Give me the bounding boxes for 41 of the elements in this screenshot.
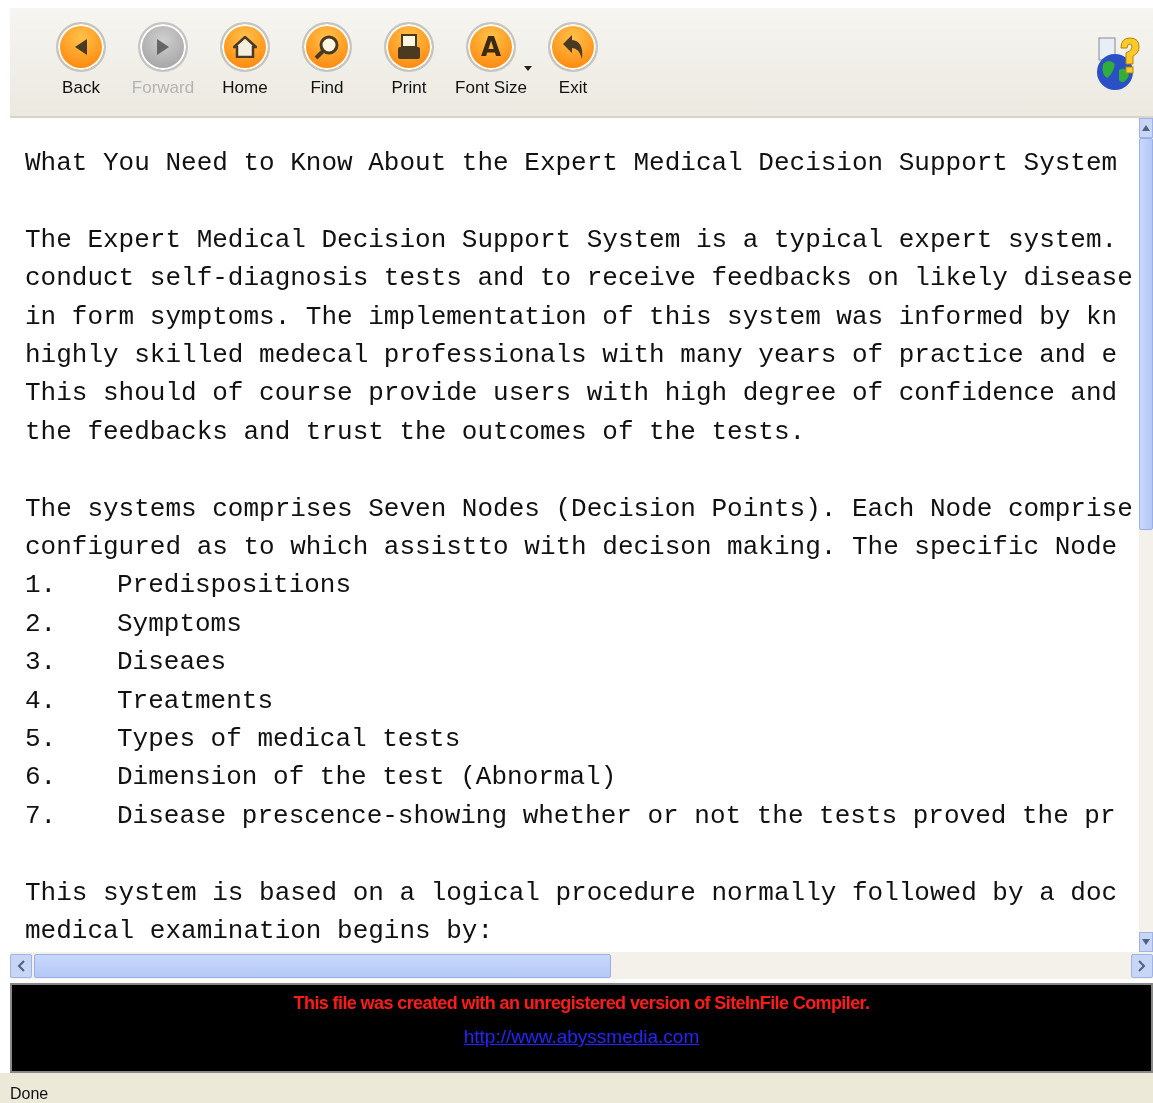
unregistered-notice: This file was created with an unregistered version of SiteInFile Compiler. [293,993,870,1014]
print-button[interactable]: Print [368,22,450,98]
list-item: Symptoms [117,607,242,641]
back-button[interactable]: Back [40,22,122,98]
right-triangle-icon [155,38,171,56]
up-triangle-icon [1142,125,1150,131]
list-item: Types of medical tests [117,723,461,757]
list-number: 6. [25,761,58,795]
list-number: 7. [25,799,58,833]
home-icon [233,36,257,58]
home-button[interactable]: Home [204,22,286,98]
list-item: Treatments [117,684,274,718]
list-number: 1. [25,569,58,603]
right-chevron-icon [1138,959,1146,972]
exit-button[interactable]: Exit [532,22,614,98]
document-title: What You Need to Know About the Expert Medical Decision Support System [25,147,1119,180]
scroll-down-button[interactable] [1139,932,1153,952]
list-number: 4. [25,684,58,718]
status-text: Done [10,1085,49,1103]
search-icon [314,34,340,60]
list-item: Dimension of the test (Abnormal) [117,761,617,795]
paragraph: This system is based on a logical procedure normally followed by a doc medical examination begins by: [25,876,1119,949]
paragraph: The Expert Medical Decision Support System is a typical expert system. conduct self-diagnosis tests and to receive feedbacks on likely disease in form symptoms. The implementation of this system was informed by kn highly skilled medecal professionals with many years of practice and e This should of course provide users with high degree of confidence and the feedbacks and trust the outcomes of the tests. [25,223,1134,449]
scroll-left-button[interactable] [10,953,32,978]
list-item: Disease prescence-showing whether or not the tests proved the pr [117,799,1116,833]
find-button[interactable]: Find [286,22,368,98]
scroll-right-button[interactable] [1131,953,1153,978]
font-size-button[interactable]: A Font Size [450,22,532,98]
dropdown-caret-icon[interactable] [524,66,532,71]
list-number: 2. [25,607,58,641]
paragraph: The systems comprises Seven Nodes (Decision Points). Each Node comprise configured as to which assistto with decison making. The specific Node [25,492,1134,565]
return-arrow-icon [561,34,585,60]
list-item: Diseaes [117,646,227,680]
list-item: Predispositions [117,569,352,603]
left-triangle-icon [73,38,89,56]
left-chevron-icon [17,959,25,972]
printer-icon [397,34,421,60]
down-triangle-icon [1142,939,1150,945]
scroll-up-button[interactable] [1139,118,1153,138]
list-number: 3. [25,646,58,680]
list-number: 5. [25,723,58,757]
